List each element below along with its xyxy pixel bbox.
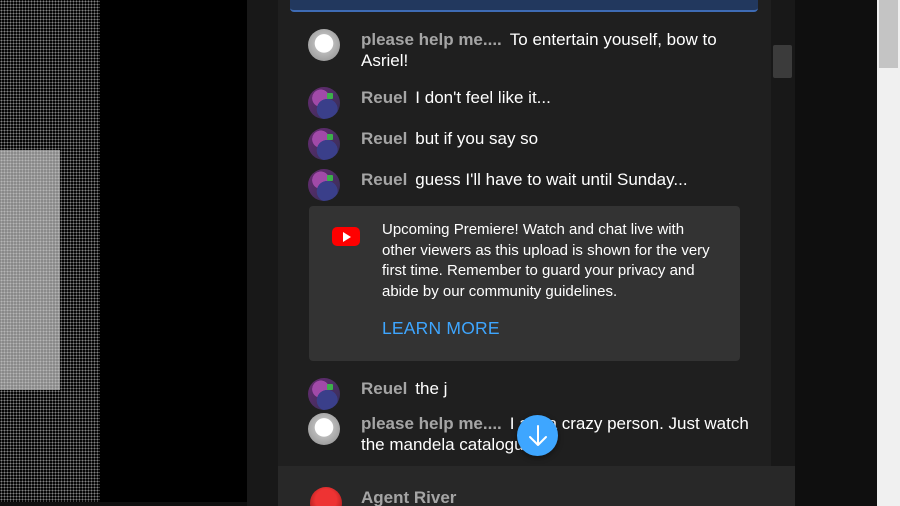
chat-input-area: Agent River: [278, 466, 795, 506]
message-text: I don't feel like it...: [415, 88, 551, 107]
user-avatar[interactable]: [310, 487, 342, 506]
notice-text: Upcoming Premiere! Watch and chat live w…: [382, 221, 710, 301]
page-scrollbar-thumb[interactable]: [879, 0, 898, 68]
message-text: the j: [415, 379, 448, 398]
avatar[interactable]: [308, 128, 340, 160]
message-author[interactable]: please help me....: [361, 414, 502, 433]
message-author[interactable]: please help me....: [361, 30, 502, 49]
user-name: Agent River: [361, 488, 457, 506]
premiere-notice: Upcoming Premiere! Watch and chat live w…: [309, 206, 740, 361]
message-text: guess I'll have to wait until Sunday...: [415, 170, 688, 189]
avatar[interactable]: [308, 87, 340, 119]
side-panel-background: [795, 0, 877, 506]
video-player[interactable]: [0, 0, 247, 502]
learn-more-link[interactable]: LEARN MORE: [382, 318, 500, 339]
scroll-to-bottom-button[interactable]: [517, 415, 558, 456]
video-frame-art-detail: [0, 150, 60, 390]
page-scrollbar[interactable]: [877, 0, 900, 506]
message-author[interactable]: Reuel: [361, 129, 407, 148]
chat-scrollbar[interactable]: [771, 0, 795, 466]
message-author[interactable]: Reuel: [361, 88, 407, 107]
message-author[interactable]: Reuel: [361, 379, 407, 398]
chat-scrollbar-thumb[interactable]: [773, 45, 792, 78]
message-text: but if you say so: [415, 129, 539, 148]
pinned-banner[interactable]: [290, 0, 758, 12]
panel-gap: [247, 0, 278, 506]
avatar[interactable]: [308, 413, 340, 445]
arrow-down-icon: [529, 425, 547, 446]
live-chat-panel: please help me.... To entertain youself, …: [278, 0, 795, 506]
avatar[interactable]: [308, 29, 340, 61]
avatar[interactable]: [308, 169, 340, 201]
message-author[interactable]: Reuel: [361, 170, 407, 189]
youtube-icon: [332, 227, 360, 246]
avatar[interactable]: [308, 378, 340, 410]
chat-message-list[interactable]: please help me.... To entertain youself, …: [278, 0, 771, 466]
